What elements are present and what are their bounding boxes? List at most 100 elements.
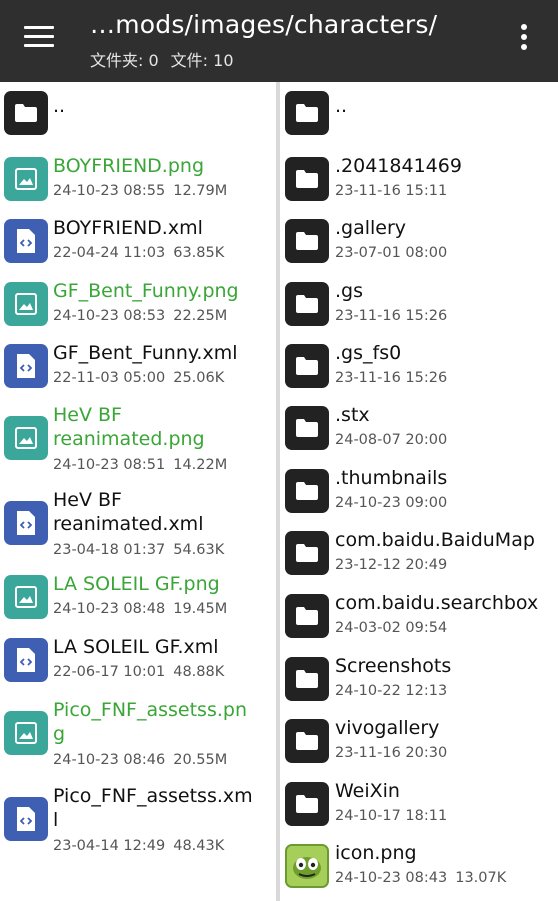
file-name: .thumbnails <box>335 467 448 489</box>
folder-row[interactable]: .gallery 23-07-01 08:00 <box>280 210 558 272</box>
file-meta: 23-07-01 08:00 <box>335 245 447 261</box>
modified-date: 24-10-23 09:00 <box>335 495 448 511</box>
modified-date: 24-10-17 18:11 <box>335 808 448 824</box>
file-meta: 23-12-12 20:49 <box>335 557 447 573</box>
file-name: .. <box>53 95 66 117</box>
file-row[interactable]: Pico_FNF_assetss.pn g 24-10-23 08:46 20.55… <box>0 692 276 776</box>
file-name: LA SOLEIL GF.png <box>53 573 220 595</box>
file-size: 13.07K <box>455 870 507 886</box>
image-file-icon <box>4 711 48 755</box>
image-file-icon <box>4 575 48 619</box>
modified-date: 23-11-16 20:30 <box>335 745 448 761</box>
current-path: …mods/images/characters/ <box>90 10 438 39</box>
file-meta: 24-10-22 12:13 <box>335 683 447 699</box>
file-meta: 24-10-23 08:53 22.25M <box>53 308 227 324</box>
file-size: 25.06K <box>173 370 225 386</box>
file-meta: 24-10-23 08:46 20.55M <box>53 752 227 768</box>
modified-date: 23-04-18 01:37 <box>53 542 166 558</box>
file-meta: 23-11-16 15:11 <box>335 183 447 199</box>
modified-date: 23-12-12 20:49 <box>335 557 448 573</box>
file-name: Pico_FNF_assetss.pn g <box>53 699 247 745</box>
file-name: GF_Bent_Funny.xml <box>53 342 238 364</box>
file-size: 22.25M <box>173 308 228 324</box>
file-size: 48.88K <box>173 664 225 680</box>
app-bar: …mods/images/characters/ 文件夹: 0 文件: 10 <box>0 0 558 82</box>
file-row[interactable]: BOYFRIEND.xml 22-04-24 11:03 63.85K <box>0 210 276 272</box>
image-thumbnail-icon <box>285 844 329 888</box>
folder-row[interactable]: .. <box>280 82 558 144</box>
file-name: .stx <box>335 404 370 426</box>
folder-icon <box>285 282 329 326</box>
file-name: com.baidu.searchbox <box>335 592 539 614</box>
file-name: vivogallery <box>335 717 440 739</box>
folder-row[interactable]: com.baidu.searchbox 24-03-02 09:54 <box>280 585 558 647</box>
file-row[interactable]: BOYFRIEND.png 24-10-23 08:55 12.79M <box>0 148 276 210</box>
file-name: icon.png <box>335 842 417 864</box>
folder-row[interactable]: com.baidu.BaiduMap 23-12-12 20:49 <box>280 522 558 584</box>
folder-row[interactable]: .gs 23-11-16 15:26 <box>280 273 558 335</box>
file-row[interactable]: GF_Bent_Funny.png 24-10-23 08:53 22.25M <box>0 273 276 335</box>
file-row[interactable]: HeV BF reanimated.xml 23-04-18 01:37 54.63… <box>0 482 276 566</box>
file-meta: 22-04-24 11:03 63.85K <box>53 245 224 261</box>
file-meta: 23-11-16 15:26 <box>335 370 447 386</box>
folder-icon <box>285 657 329 701</box>
file-size: 63.85K <box>173 245 225 261</box>
file-row[interactable]: icon.png 24-10-23 08:43 13.07K <box>280 835 558 897</box>
modified-date: 22-11-03 05:00 <box>53 370 166 386</box>
right-file-list[interactable]: .. .2041841469 23-11-16 15:11 .gallery 23-07… <box>280 82 558 901</box>
folder-icon <box>285 782 329 826</box>
file-meta: 23-11-16 15:26 <box>335 308 447 324</box>
file-name: com.baidu.BaiduMap <box>335 529 535 551</box>
modified-date: 24-10-23 08:55 <box>53 183 166 199</box>
folder-row[interactable]: Screenshots 24-10-22 12:13 <box>280 648 558 710</box>
folder-icon <box>285 219 329 263</box>
modified-date: 23-11-16 15:11 <box>335 183 448 199</box>
modified-date: 22-06-17 10:01 <box>53 664 166 680</box>
code-file-icon <box>4 638 48 682</box>
file-size: 54.63K <box>173 542 225 558</box>
folder-row[interactable]: WeiXin 24-10-17 18:11 <box>280 773 558 835</box>
file-row[interactable]: Pico_FNF_assetss.xm l 23-04-14 12:49 48.43… <box>0 778 276 862</box>
modified-date: 24-10-22 12:13 <box>335 683 448 699</box>
folder-row[interactable]: .thumbnails 24-10-23 09:00 <box>280 460 558 522</box>
folder-icon <box>285 719 329 763</box>
file-name: GF_Bent_Funny.png <box>53 280 239 302</box>
folder-row[interactable]: .gs_fs0 23-11-16 15:26 <box>280 335 558 397</box>
file-size: 20.55M <box>173 752 228 768</box>
file-row[interactable]: LA SOLEIL GF.png 24-10-23 08:48 19.45M <box>0 566 276 628</box>
file-row[interactable]: LA SOLEIL GF.xml 22-06-17 10:01 48.88K <box>0 629 276 691</box>
file-meta: 24-10-23 08:48 19.45M <box>53 601 227 617</box>
file-meta: 23-04-14 12:49 48.43K <box>53 838 224 854</box>
file-name: BOYFRIEND.png <box>53 155 205 177</box>
image-file-icon <box>4 282 48 326</box>
code-file-icon <box>4 344 48 388</box>
image-file-icon <box>4 416 48 460</box>
folder-icon <box>285 91 329 135</box>
hamburger-menu-icon[interactable] <box>24 26 54 48</box>
folder-row[interactable]: vivogallery 23-11-16 20:30 <box>280 710 558 772</box>
file-meta: 24-10-23 09:00 <box>335 495 447 511</box>
file-size: 12.79M <box>173 183 228 199</box>
file-name: .2041841469 <box>335 155 462 177</box>
file-count: 文件: 10 <box>170 51 234 70</box>
modified-date: 24-03-02 09:54 <box>335 620 448 636</box>
code-file-icon <box>4 501 48 545</box>
more-vertical-icon[interactable] <box>520 24 528 52</box>
modified-date: 24-10-23 08:53 <box>53 308 166 324</box>
file-name: .gs_fs0 <box>335 342 402 364</box>
modified-date: 24-10-23 08:51 <box>53 457 166 473</box>
file-name: HeV BF reanimated.png <box>53 404 205 450</box>
folder-row[interactable]: .2041841469 23-11-16 15:11 <box>280 148 558 210</box>
file-meta: 24-08-07 20:00 <box>335 432 447 448</box>
file-row[interactable]: HeV BF reanimated.png 24-10-23 08:51 14.22… <box>0 397 276 481</box>
file-row[interactable]: GF_Bent_Funny.xml 22-11-03 05:00 25.06K <box>0 335 276 397</box>
file-size: 14.22M <box>173 457 228 473</box>
modified-date: 23-04-14 12:49 <box>53 838 166 854</box>
modified-date: 23-11-16 15:26 <box>335 370 448 386</box>
folder-icon <box>4 91 48 135</box>
file-meta: 24-10-23 08:43 13.07K <box>335 870 506 886</box>
file-meta: 24-10-23 08:55 12.79M <box>53 183 227 199</box>
left-file-list[interactable]: .. BOYFRIEND.png 24-10-23 08:55 12.79M BOYFR… <box>0 82 276 901</box>
folder-row[interactable]: .stx 24-08-07 20:00 <box>280 397 558 459</box>
folder-row[interactable]: .. <box>0 82 276 144</box>
